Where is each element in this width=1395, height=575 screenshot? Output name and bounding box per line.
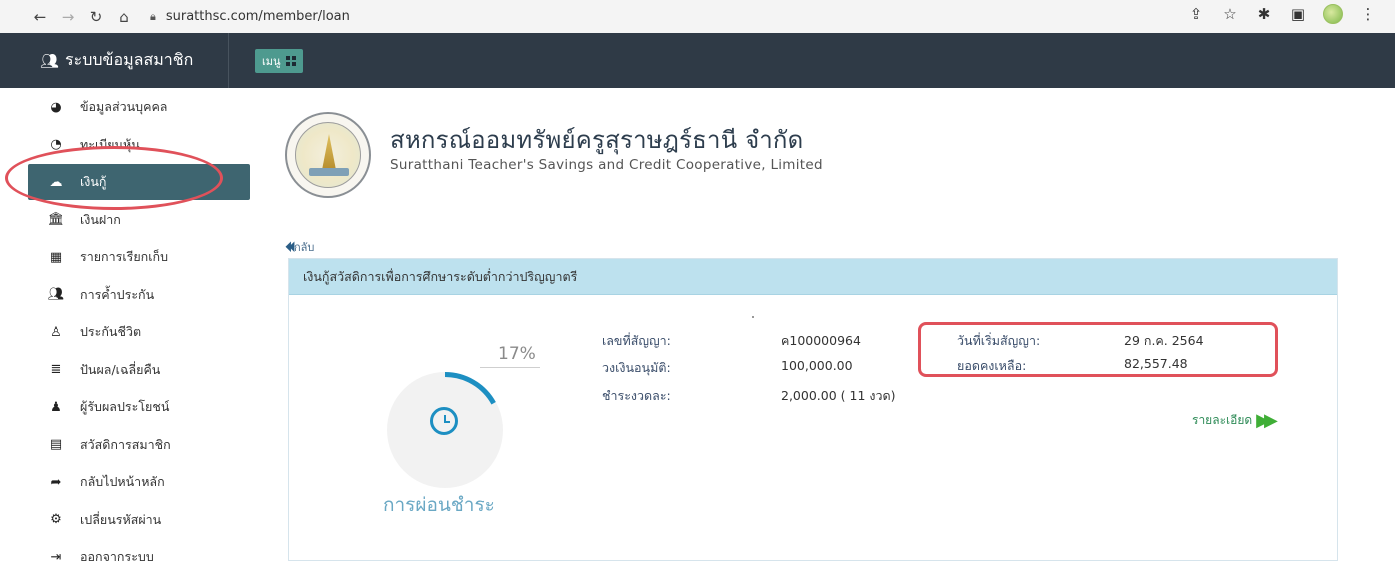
share-icon[interactable]: ⇪ [1187, 5, 1205, 23]
dashboard-icon: ◕ [50, 99, 62, 115]
calculator-icon: ▤ [49, 437, 63, 452]
annotation-circle [5, 146, 223, 210]
logo-base [309, 168, 349, 176]
sidebar-item-label: รายการเรียกเก็บ [80, 249, 169, 264]
double-chevron-right-icon: ▶▶ [1256, 410, 1278, 431]
cogs-icon: ⚙ [50, 512, 62, 527]
profile-avatar[interactable] [1323, 4, 1343, 24]
sidebar-item-4[interactable]: ▦ รายการเรียกเก็บ [28, 239, 250, 275]
menu-button[interactable]: เมนู [255, 49, 303, 73]
divider [228, 33, 229, 88]
calendar-icon: ▦ [49, 249, 63, 265]
sidebar-item-label: เงินฝาก [80, 211, 121, 227]
sidebar-item-label: สวัสดิการสมาชิก [80, 436, 171, 452]
database-icon: ≣ [50, 362, 62, 377]
reload-icon[interactable]: ↻ [84, 5, 108, 29]
person-icon: ♙ [50, 324, 62, 340]
forward-arrow-icon[interactable]: → [56, 5, 80, 29]
repayment-label: การผ่อนชำระ [383, 494, 495, 516]
sidebar-item-label: ผู้รับผลประโยชน์ [80, 399, 170, 414]
installment-value: 2,000.00 ( 11 งวด) [781, 388, 896, 403]
star-icon[interactable]: ☆ [1221, 5, 1239, 23]
contract-no-label: เลขที่สัญญา: [602, 333, 671, 348]
grid-icon [285, 56, 296, 66]
sidebar-item-12[interactable]: ⇥ ออกจากระบบ [28, 539, 250, 575]
app-header: 👥︎ ระบบข้อมูลสมาชิก เมนู [0, 33, 1395, 88]
home-icon[interactable]: ⌂ [112, 5, 136, 29]
back-arrow-icon[interactable]: ← [28, 5, 52, 29]
annotation-rectangle [918, 322, 1278, 377]
sign-out-icon: ⇥ [50, 549, 62, 565]
share-arrow-icon: ➦ [50, 474, 62, 490]
brand[interactable]: 👥︎ ระบบข้อมูลสมาชิก [40, 48, 193, 73]
brand-title: ระบบข้อมูลสมาชิก [65, 50, 194, 69]
contract-no-value: ค100000964 [781, 333, 861, 348]
clock-icon [430, 407, 458, 435]
sidebar-item-11[interactable]: ⚙ เปลี่ยนรหัสผ่าน [28, 502, 250, 538]
bank-icon: 🏛︎ [47, 212, 65, 227]
sidebar-item-6[interactable]: ♙ ประกันชีวิต [28, 314, 250, 350]
page-subtitle: Suratthani Teacher's Savings and Credit … [390, 157, 823, 173]
sidebar-item-label: การค้ำประกัน [80, 286, 155, 302]
sidebar-item-label: เปลี่ยนรหัสผ่าน [80, 511, 162, 527]
sidebar-item-10[interactable]: ➦ กลับไปหน้าหลัก [28, 464, 250, 500]
browser-tools: ⇪ ☆ ✱ ▣ ⋮ [1187, 4, 1377, 24]
kebab-menu-icon[interactable]: ⋮ [1359, 5, 1377, 23]
address-bar[interactable]: 🔒︎ suratthsc.com/member/loan [150, 9, 350, 24]
sidebar-item-5[interactable]: 👥︎ การค้ำประกัน [28, 277, 250, 313]
approved-label: วงเงินอนุมัติ: [602, 360, 671, 375]
sidebar-item-label: ข้อมูลส่วนบุคคล [80, 99, 168, 114]
lock-icon: 🔒︎ [150, 9, 156, 23]
installment-label: ชำระงวดละ: [602, 388, 671, 403]
progress-percent: 17% [498, 344, 536, 364]
sidebar-item-label: กลับไปหน้าหลัก [80, 474, 165, 489]
sidebar-item-label: ประกันชีวิต [80, 324, 142, 339]
url-text: suratthsc.com/member/loan [165, 9, 350, 24]
decorative-dot [752, 316, 754, 318]
sidepanel-icon[interactable]: ▣ [1289, 5, 1307, 23]
double-chevron-left-icon: ⏴⏴ [285, 238, 296, 256]
users-icon: 👥︎ [40, 51, 60, 70]
users-icon: 👥︎ [47, 287, 65, 302]
sidebar-item-9[interactable]: ▤ สวัสดิการสมาชิก [28, 427, 250, 463]
back-label: กลับ [294, 241, 315, 254]
sidebar-item-7[interactable]: ≣ ปันผล/เฉลี่ยคืน [28, 352, 250, 388]
extensions-icon[interactable]: ✱ [1255, 5, 1273, 23]
user-icon: ♟ [50, 399, 62, 415]
progress-leader-line [480, 367, 540, 368]
page-title: สหกรณ์ออมทรัพย์ครูสุราษฎร์ธานี จำกัด [390, 126, 804, 154]
back-link[interactable]: ⏴⏴ กลับ [285, 238, 314, 256]
sidebar-item-8[interactable]: ♟ ผู้รับผลประโยชน์ [28, 389, 250, 425]
sidebar-item-label: ออกจากระบบ [80, 549, 154, 564]
menu-label: เมนู [262, 55, 281, 68]
approved-value: 100,000.00 [781, 358, 853, 373]
detail-link[interactable]: รายละเอียด ▶▶ [1192, 410, 1278, 431]
browser-toolbar: ← → ↻ ⌂ 🔒︎ suratthsc.com/member/loan ⇪ ☆… [0, 0, 1395, 33]
cooperative-logo [285, 112, 371, 198]
loan-card-header: เงินกู้สวัสดิการเพื่อการศึกษาระดับต่ำกว่… [289, 259, 1337, 295]
detail-label: รายละเอียด [1192, 413, 1253, 427]
sidebar-item-0[interactable]: ◕ ข้อมูลส่วนบุคคล [28, 89, 250, 125]
sidebar-item-label: ปันผล/เฉลี่ยคืน [80, 361, 161, 377]
